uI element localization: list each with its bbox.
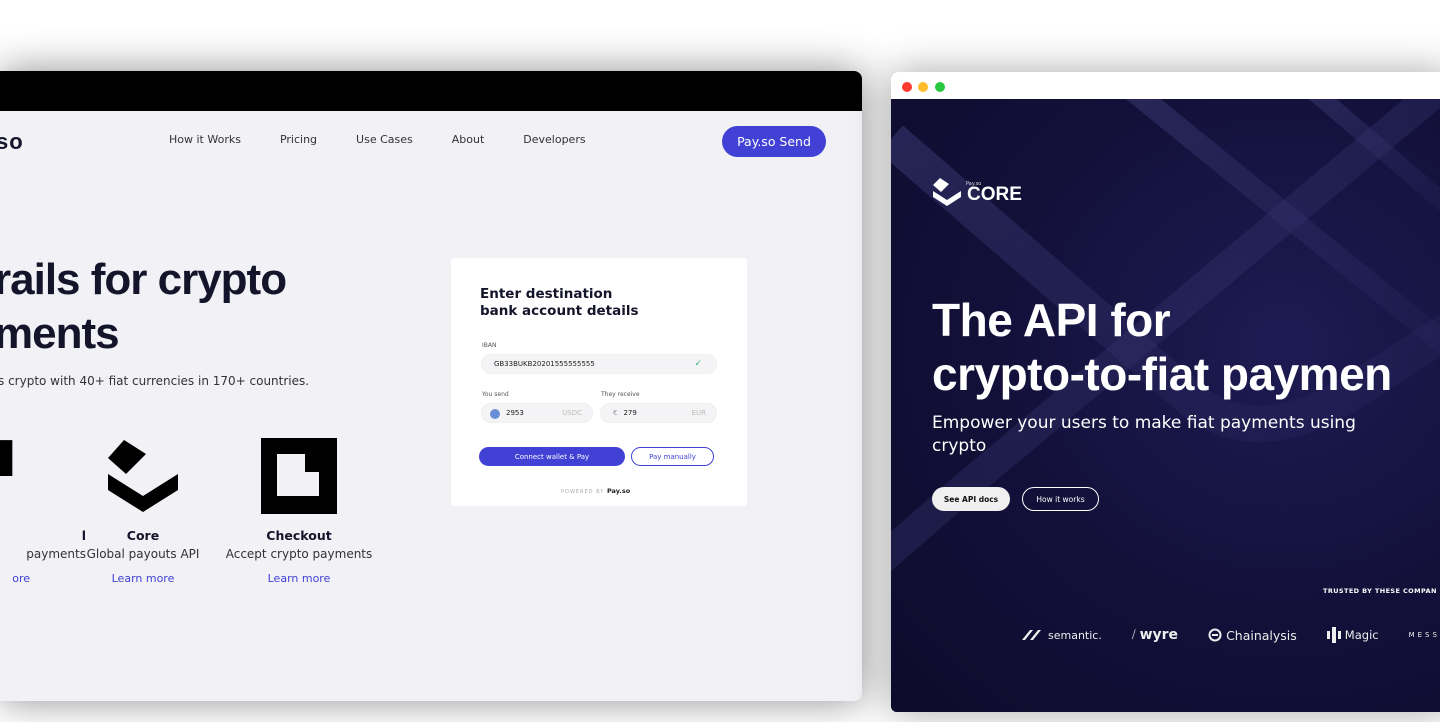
wyre-icon: ⧸	[1131, 628, 1136, 641]
site-logo[interactable]: so	[0, 129, 24, 155]
they-receive-currency: EUR	[691, 409, 706, 417]
connect-wallet-button[interactable]: Connect wallet & Pay	[479, 447, 625, 466]
core-title-line2: crypto-to-fiat paymen	[932, 348, 1392, 400]
nav-about[interactable]: About	[452, 133, 485, 146]
minimize-window-dot[interactable]	[918, 82, 928, 92]
semantic-logo: semantic.	[1022, 628, 1102, 642]
core-logo-brand: Pay.so	[966, 181, 982, 187]
hero-subtitle: s crypto with 40+ fiat currencies in 170…	[0, 374, 310, 388]
core-product-icon	[58, 438, 228, 514]
they-receive-value: 279	[623, 409, 637, 417]
nav-use-cases[interactable]: Use Cases	[356, 133, 413, 146]
maximize-window-dot[interactable]	[935, 82, 945, 92]
magic-icon	[1326, 627, 1341, 643]
core-hero-subtitle: Empower your users to make fiat payments…	[932, 413, 1356, 456]
nav-how-it-works[interactable]: How it Works	[169, 133, 241, 146]
hero-title-line1: rails for crypto	[0, 255, 287, 304]
how-it-works-button[interactable]: How it works	[1022, 487, 1099, 511]
main-nav: How it Works Pricing Use Cases About Dev…	[169, 133, 625, 146]
iban-label: IBAN	[482, 342, 497, 349]
check-icon: ✓	[694, 359, 702, 369]
learn-more-link[interactable]: Learn more	[214, 572, 384, 585]
core-logo[interactable]: Pay.so CORE	[932, 177, 1022, 207]
window-topbar	[0, 71, 862, 111]
wyre-logo: ⧸ wyre	[1132, 627, 1178, 643]
chainalysis-logo-text: Chainalysis	[1226, 627, 1297, 643]
core-logo-text: CORE	[967, 184, 1022, 205]
powered-by-text: POWERED BY	[561, 489, 605, 495]
nav-pricing[interactable]: Pricing	[280, 133, 317, 146]
nav-developers[interactable]: Developers	[523, 133, 585, 146]
hero-title-line2: ments	[0, 309, 120, 358]
product-name: Core	[126, 528, 160, 543]
payment-widget: Enter destination bank account details I…	[451, 258, 747, 506]
core-site-window: Pay.so CORE The API for crypto-to-fiat p…	[891, 72, 1440, 712]
product-core: Core Global payouts API Learn more	[58, 438, 228, 585]
messari-logo-text: MESS	[1408, 631, 1440, 639]
browser-chrome	[891, 72, 1440, 99]
product-description: Global payouts API	[86, 547, 200, 561]
they-receive-input[interactable]: € 279 EUR	[600, 403, 717, 423]
see-api-docs-button[interactable]: See API docs	[932, 487, 1010, 511]
learn-more-link[interactable]: Learn more	[58, 572, 228, 585]
you-send-input[interactable]: 2953 USDC	[481, 403, 593, 423]
widget-heading-line2: bank account details	[480, 303, 639, 319]
widget-heading: Enter destination bank account details	[480, 286, 639, 320]
widget-heading-line1: Enter destination	[480, 286, 613, 302]
product-checkout: Checkout Accept crypto payments Learn mo…	[214, 438, 384, 585]
checkout-product-icon	[214, 438, 384, 514]
payso-send-button[interactable]: Pay.so Send	[722, 126, 826, 157]
core-title-line1: The API for	[932, 294, 1171, 346]
core-mark-icon	[933, 178, 961, 206]
product-description: Accept crypto payments	[225, 547, 373, 561]
they-receive-label: They receive	[601, 391, 640, 398]
semantic-icon	[1022, 630, 1041, 640]
iban-input[interactable]: GB33BUKB20201555555555 ✓	[481, 354, 717, 374]
trusted-by-heading: TRUSTED BY THESE COMPAN	[1323, 587, 1437, 595]
you-send-currency: USDC	[562, 409, 582, 417]
messari-logo: MESS	[1409, 631, 1440, 639]
iban-value: GB33BUKB20201555555555	[494, 360, 595, 368]
euro-symbol: €	[613, 409, 618, 417]
product-name: Checkout	[266, 528, 332, 543]
payso-site-window: so How it Works Pricing Use Cases About …	[0, 71, 862, 701]
magic-logo: Magic	[1326, 627, 1379, 643]
powered-by-brand: Pay.so	[606, 487, 631, 495]
chainalysis-logo: Chainalysis	[1208, 628, 1297, 643]
you-send-label: You send	[482, 391, 509, 398]
core-hero: Pay.so CORE The API for crypto-to-fiat p…	[891, 99, 1440, 712]
magic-logo-text: Magic	[1344, 628, 1379, 642]
close-window-dot[interactable]	[902, 82, 912, 92]
hero-title: rails for crypto ments	[0, 253, 287, 361]
semantic-logo-text: semantic.	[1048, 628, 1102, 642]
usdc-coin-icon	[490, 409, 500, 419]
powered-by: POWERED BY Pay.so	[561, 487, 630, 495]
core-hero-title: The API for crypto-to-fiat paymen	[932, 293, 1392, 401]
you-send-value: 2953	[506, 409, 524, 417]
customer-logos: semantic. ⧸ wyre Chainalysis Magic MESS	[1022, 627, 1440, 643]
pay-manually-button[interactable]: Pay manually	[631, 447, 714, 466]
wyre-logo-text: wyre	[1139, 627, 1179, 643]
chainalysis-icon	[1208, 628, 1222, 642]
